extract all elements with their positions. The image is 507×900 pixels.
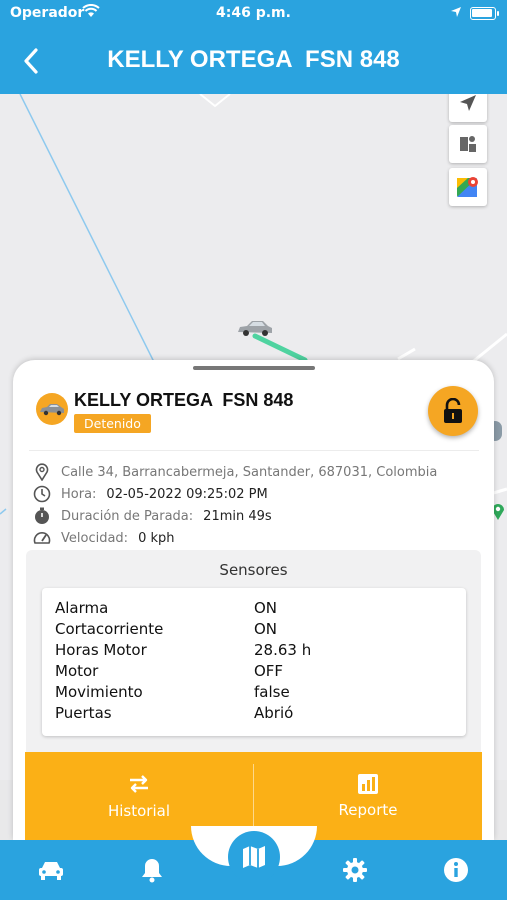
my-location-button[interactable] bbox=[449, 94, 487, 122]
stop-duration-value: 21min 49s bbox=[203, 508, 272, 524]
nav-notifications[interactable] bbox=[134, 854, 170, 886]
sensor-row: Cortacorriente ON bbox=[55, 620, 455, 640]
stop-duration-row: Duración de Parada: 21min 49s bbox=[32, 506, 272, 526]
swap-arrows-icon bbox=[130, 775, 148, 793]
historial-label: Historial bbox=[107, 802, 170, 820]
chevron-left-icon bbox=[24, 48, 38, 74]
location-arrow-icon bbox=[450, 6, 462, 22]
bell-icon bbox=[142, 859, 162, 883]
speedometer-icon bbox=[32, 528, 52, 548]
vehicle-info-card: KELLY ORTEGA FSN 848 Detenido Calle 34, … bbox=[13, 360, 494, 840]
stopwatch-icon bbox=[32, 506, 52, 526]
sensors-title: Sensores bbox=[219, 561, 288, 579]
page-title: KELLY ORTEGA FSN 848 bbox=[107, 46, 400, 73]
navigation-arrow-icon bbox=[460, 95, 476, 111]
vehicle-avatar bbox=[36, 393, 68, 425]
location-pin-icon bbox=[32, 462, 52, 482]
divider bbox=[29, 450, 479, 451]
sensor-row: Movimiento false bbox=[55, 683, 455, 703]
sensor-name: Motor bbox=[55, 662, 99, 680]
speed-value: 0 kph bbox=[138, 530, 175, 546]
clock-time: 4:46 p.m. bbox=[216, 5, 291, 21]
sensor-row: Motor OFF bbox=[55, 662, 455, 682]
car-icon bbox=[39, 862, 63, 880]
sensor-name: Movimiento bbox=[55, 683, 143, 701]
sensors-panel: Sensores Alarma ON Cortacorriente ON Hor… bbox=[26, 550, 481, 752]
pegman-icon bbox=[460, 136, 476, 152]
google-maps-icon bbox=[457, 177, 478, 197]
speed-row: Velocidad: 0 kph bbox=[32, 528, 175, 548]
car-icon bbox=[40, 404, 64, 416]
sensor-row: Alarma ON bbox=[55, 599, 455, 619]
stop-duration-label: Duración de Parada: bbox=[61, 508, 194, 524]
drag-handle[interactable] bbox=[193, 366, 315, 370]
sensor-name: Puertas bbox=[55, 704, 112, 722]
sensor-value: false bbox=[254, 683, 290, 701]
sensor-name: Horas Motor bbox=[55, 641, 147, 659]
clock-icon bbox=[32, 484, 52, 504]
map-icon bbox=[243, 846, 265, 868]
sensor-row: Puertas Abrió bbox=[55, 704, 455, 724]
nav-map[interactable] bbox=[228, 831, 280, 883]
address-text: Calle 34, Barrancabermeja, Santander, 68… bbox=[61, 464, 438, 480]
time-row: Hora: 02-05-2022 09:25:02 PM bbox=[32, 484, 268, 504]
sensor-name: Alarma bbox=[55, 599, 109, 617]
app-header: KELLY ORTEGA FSN 848 bbox=[0, 28, 507, 94]
sensors-list: Alarma ON Cortacorriente ON Horas Motor … bbox=[42, 588, 466, 736]
sensor-row: Horas Motor 28.63 h bbox=[55, 641, 455, 661]
open-google-maps-button[interactable] bbox=[449, 168, 487, 206]
vehicle-name: KELLY ORTEGA FSN 848 bbox=[74, 390, 294, 410]
status-badge: Detenido bbox=[74, 414, 151, 433]
sensor-value: ON bbox=[254, 599, 278, 617]
nav-vehicles[interactable] bbox=[33, 854, 69, 886]
lock-open-icon bbox=[444, 398, 462, 423]
reporte-label: Reporte bbox=[338, 801, 398, 819]
time-value: 02-05-2022 09:25:02 PM bbox=[106, 486, 268, 502]
gear-icon bbox=[343, 858, 367, 882]
nav-info[interactable] bbox=[438, 854, 474, 886]
sensor-value: Abrió bbox=[254, 704, 294, 722]
sensor-value: OFF bbox=[254, 662, 284, 680]
lock-button[interactable] bbox=[428, 386, 478, 436]
sensor-name: Cortacorriente bbox=[55, 620, 164, 638]
time-label: Hora: bbox=[61, 486, 97, 502]
back-button[interactable] bbox=[14, 44, 48, 78]
address-row: Calle 34, Barrancabermeja, Santander, 68… bbox=[32, 462, 437, 482]
speed-label: Velocidad: bbox=[61, 530, 129, 546]
info-icon bbox=[444, 858, 468, 882]
street-view-button[interactable] bbox=[449, 125, 487, 163]
status-bar: Operador 4:46 p.m. bbox=[0, 0, 507, 28]
bar-chart-icon bbox=[358, 774, 378, 794]
battery-icon bbox=[470, 7, 499, 20]
sensor-value: ON bbox=[254, 620, 278, 638]
nav-settings[interactable] bbox=[337, 854, 373, 886]
bottom-navigation bbox=[0, 826, 507, 900]
sensor-value: 28.63 h bbox=[254, 641, 312, 659]
vehicle-marker[interactable] bbox=[236, 318, 274, 338]
